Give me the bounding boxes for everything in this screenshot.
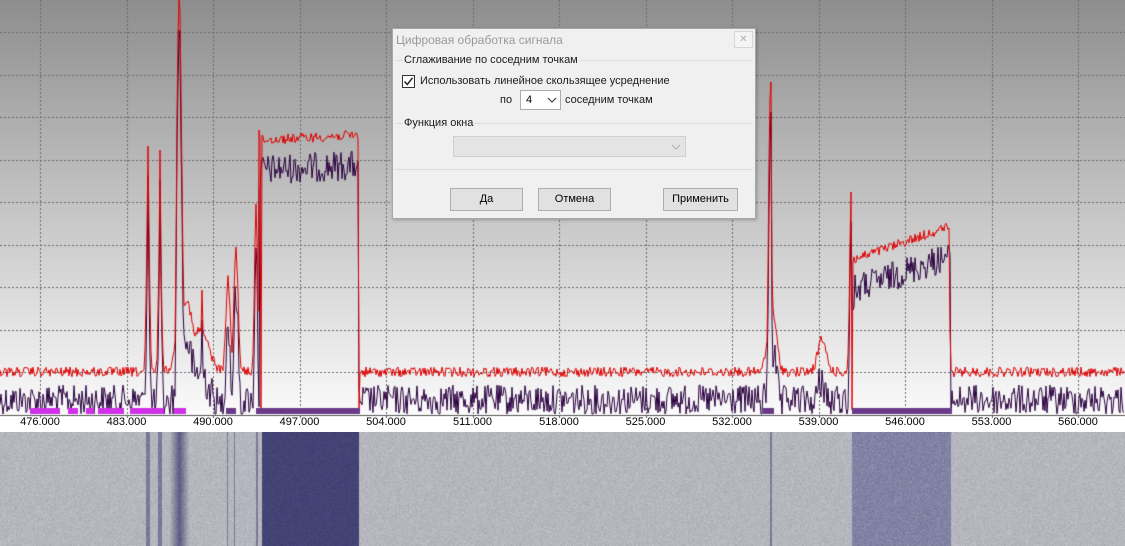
checkbox-label: Использовать линейное скользящее усредне…	[420, 75, 670, 87]
neighbor-points-value: 4	[526, 94, 533, 106]
cancel-button[interactable]: Отмена	[538, 188, 611, 211]
frequency-tick-label: 511.000	[453, 416, 492, 428]
frequency-tick-label: 539.000	[798, 416, 839, 428]
frequency-tick-label: 560.000	[1058, 416, 1098, 428]
frequency-tick-label: 476.000	[20, 416, 60, 428]
frequency-tick-label: 532.000	[712, 416, 752, 428]
dsp-dialog: Цифровая обработка сигнала ✕ Сглаживание…	[392, 28, 756, 219]
window-group-label: Функция окна	[403, 117, 475, 129]
apply-button[interactable]: Применить	[663, 188, 738, 211]
checkmark-icon	[403, 77, 414, 86]
frequency-tick-label: 504.000	[366, 416, 406, 428]
neighbor-points-select[interactable]: 4	[520, 90, 561, 110]
frequency-tick-label: 546.000	[885, 416, 925, 428]
waterfall-display[interactable]	[0, 432, 1125, 546]
frequency-tick-label: 553.000	[971, 416, 1012, 428]
points-suffix-label: соседним точкам	[565, 94, 653, 106]
dialog-title: Цифровая обработка сигнала	[396, 33, 563, 47]
window-function-select[interactable]	[453, 136, 686, 157]
moving-average-checkbox[interactable]	[402, 75, 415, 88]
ok-button[interactable]: Да	[450, 188, 523, 211]
points-prefix-label: по	[500, 94, 513, 106]
close-icon[interactable]: ✕	[734, 31, 753, 48]
frequency-tick-label: 483.000	[106, 416, 147, 428]
smoothing-group-label: Сглаживание по соседним точкам	[403, 54, 579, 66]
frequency-tick-label: 490.000	[193, 416, 233, 428]
frequency-tick-label: 518.000	[539, 416, 579, 428]
frequency-tick-label: 497.000	[279, 416, 320, 428]
dialog-separator	[395, 169, 753, 170]
chevron-down-icon	[547, 97, 557, 103]
frequency-tick-label: 525.000	[625, 416, 666, 428]
chevron-down-icon	[671, 144, 681, 150]
